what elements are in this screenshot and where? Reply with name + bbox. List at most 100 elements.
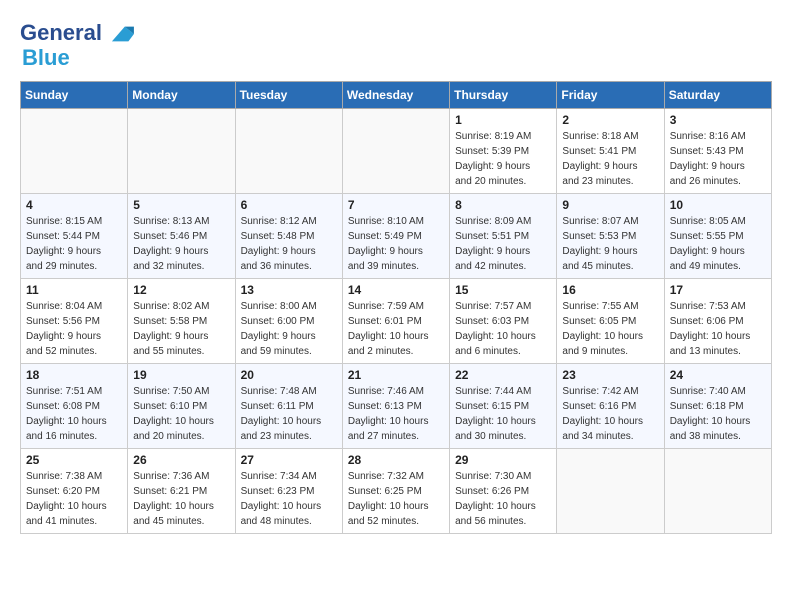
day-number: 9 [562,198,658,212]
calendar-cell: 2 Sunrise: 8:18 AMSunset: 5:41 PMDaylight… [557,108,664,193]
day-number: 19 [133,368,229,382]
day-number: 3 [670,113,766,127]
weekday-header-thursday: Thursday [450,81,557,108]
day-number: 5 [133,198,229,212]
calendar-cell [128,108,235,193]
calendar-cell: 14Sunrise: 7:59 AMSunset: 6:01 PMDayligh… [342,278,449,363]
day-info: Sunrise: 7:44 AMSunset: 6:15 PMDaylight:… [455,384,551,444]
weekday-header-friday: Friday [557,81,664,108]
day-number: 8 [455,198,551,212]
day-info: Sunrise: 8:13 AMSunset: 5:46 PMDaylight:… [133,214,229,274]
logo: General Blue [20,20,136,71]
calendar-cell: 22 Sunrise: 7:44 AMSunset: 6:15 PMDayligh… [450,363,557,448]
calendar-cell: 16Sunrise: 7:55 AMSunset: 6:05 PMDayligh… [557,278,664,363]
day-info: Sunrise: 8:04 AMSunset: 5:56 PMDaylight:… [26,299,122,359]
day-info: Sunrise: 8:02 AMSunset: 5:58 PMDaylight:… [133,299,229,359]
calendar-cell: 26 Sunrise: 7:36 AMSunset: 6:21 PMDayligh… [128,448,235,533]
day-info: Sunrise: 7:53 AMSunset: 6:06 PMDaylight:… [670,299,766,359]
calendar-cell: 15Sunrise: 7:57 AMSunset: 6:03 PMDayligh… [450,278,557,363]
calendar-cell: 23 Sunrise: 7:42 AMSunset: 6:16 PMDayligh… [557,363,664,448]
day-number: 22 [455,368,551,382]
weekday-header-wednesday: Wednesday [342,81,449,108]
day-number: 24 [670,368,766,382]
day-number: 2 [562,113,658,127]
calendar-cell: 13 Sunrise: 8:00 AMSunset: 6:00 PMDayligh… [235,278,342,363]
calendar-cell: 28Sunrise: 7:32 AMSunset: 6:25 PMDayligh… [342,448,449,533]
calendar-cell: 3 Sunrise: 8:16 AMSunset: 5:43 PMDaylight… [664,108,771,193]
calendar-cell: 5 Sunrise: 8:13 AMSunset: 5:46 PMDaylight… [128,193,235,278]
calendar-week-4: 18Sunrise: 7:51 AMSunset: 6:08 PMDayligh… [21,363,772,448]
calendar-cell: 8 Sunrise: 8:09 AMSunset: 5:51 PMDaylight… [450,193,557,278]
day-number: 11 [26,283,122,297]
page-header: General Blue [20,20,772,71]
day-info: Sunrise: 7:34 AMSunset: 6:23 PMDaylight:… [241,469,337,529]
calendar-cell: 6Sunrise: 8:12 AMSunset: 5:48 PMDaylight… [235,193,342,278]
weekday-header-monday: Monday [128,81,235,108]
calendar-cell: 9 Sunrise: 8:07 AMSunset: 5:53 PMDaylight… [557,193,664,278]
day-number: 23 [562,368,658,382]
day-info: Sunrise: 8:16 AMSunset: 5:43 PMDaylight:… [670,129,766,189]
calendar-week-1: 1Sunrise: 8:19 AMSunset: 5:39 PMDaylight… [21,108,772,193]
day-number: 7 [348,198,444,212]
day-number: 21 [348,368,444,382]
page-container: General Blue SundayMondayTuesd [0,0,792,544]
day-number: 27 [241,453,337,467]
day-number: 25 [26,453,122,467]
day-info: Sunrise: 7:30 AMSunset: 6:26 PMDaylight:… [455,469,551,529]
logo-text: General Blue [20,20,136,71]
calendar-cell: 4 Sunrise: 8:15 AMSunset: 5:44 PMDaylight… [21,193,128,278]
day-number: 13 [241,283,337,297]
calendar-cell: 29 Sunrise: 7:30 AMSunset: 6:26 PMDayligh… [450,448,557,533]
day-number: 26 [133,453,229,467]
day-info: Sunrise: 7:57 AMSunset: 6:03 PMDaylight:… [455,299,551,359]
calendar-cell: 1Sunrise: 8:19 AMSunset: 5:39 PMDaylight… [450,108,557,193]
day-info: Sunrise: 7:55 AMSunset: 6:05 PMDaylight:… [562,299,658,359]
day-info: Sunrise: 8:18 AMSunset: 5:41 PMDaylight:… [562,129,658,189]
weekday-header-saturday: Saturday [664,81,771,108]
calendar-cell: 7 Sunrise: 8:10 AMSunset: 5:49 PMDaylight… [342,193,449,278]
day-info: Sunrise: 8:10 AMSunset: 5:49 PMDaylight:… [348,214,444,274]
day-info: Sunrise: 8:09 AMSunset: 5:51 PMDaylight:… [455,214,551,274]
calendar-cell: 27 Sunrise: 7:34 AMSunset: 6:23 PMDayligh… [235,448,342,533]
day-info: Sunrise: 7:50 AMSunset: 6:10 PMDaylight:… [133,384,229,444]
calendar-header-row: SundayMondayTuesdayWednesdayThursdayFrid… [21,81,772,108]
day-info: Sunrise: 7:36 AMSunset: 6:21 PMDaylight:… [133,469,229,529]
day-info: Sunrise: 8:00 AMSunset: 6:00 PMDaylight:… [241,299,337,359]
calendar-cell: 10Sunrise: 8:05 AMSunset: 5:55 PMDayligh… [664,193,771,278]
day-number: 12 [133,283,229,297]
weekday-header-tuesday: Tuesday [235,81,342,108]
day-info: Sunrise: 8:05 AMSunset: 5:55 PMDaylight:… [670,214,766,274]
calendar-week-5: 25 Sunrise: 7:38 AMSunset: 6:20 PMDayligh… [21,448,772,533]
calendar-cell: 12 Sunrise: 8:02 AMSunset: 5:58 PMDayligh… [128,278,235,363]
day-info: Sunrise: 7:38 AMSunset: 6:20 PMDaylight:… [26,469,122,529]
day-number: 4 [26,198,122,212]
day-info: Sunrise: 8:15 AMSunset: 5:44 PMDaylight:… [26,214,122,274]
day-info: Sunrise: 7:51 AMSunset: 6:08 PMDaylight:… [26,384,122,444]
day-number: 29 [455,453,551,467]
calendar-cell: 11 Sunrise: 8:04 AMSunset: 5:56 PMDayligh… [21,278,128,363]
calendar-cell [342,108,449,193]
calendar-week-3: 11 Sunrise: 8:04 AMSunset: 5:56 PMDayligh… [21,278,772,363]
day-info: Sunrise: 8:07 AMSunset: 5:53 PMDaylight:… [562,214,658,274]
day-info: Sunrise: 7:59 AMSunset: 6:01 PMDaylight:… [348,299,444,359]
day-info: Sunrise: 7:40 AMSunset: 6:18 PMDaylight:… [670,384,766,444]
day-info: Sunrise: 8:19 AMSunset: 5:39 PMDaylight:… [455,129,551,189]
day-number: 17 [670,283,766,297]
weekday-header-sunday: Sunday [21,81,128,108]
calendar-cell: 20Sunrise: 7:48 AMSunset: 6:11 PMDayligh… [235,363,342,448]
calendar-cell: 18Sunrise: 7:51 AMSunset: 6:08 PMDayligh… [21,363,128,448]
day-number: 28 [348,453,444,467]
calendar-cell: 21 Sunrise: 7:46 AMSunset: 6:13 PMDayligh… [342,363,449,448]
calendar-cell: 19 Sunrise: 7:50 AMSunset: 6:10 PMDayligh… [128,363,235,448]
day-number: 20 [241,368,337,382]
calendar-cell [664,448,771,533]
calendar-table: SundayMondayTuesdayWednesdayThursdayFrid… [20,81,772,534]
calendar-cell: 17 Sunrise: 7:53 AMSunset: 6:06 PMDayligh… [664,278,771,363]
calendar-week-2: 4 Sunrise: 8:15 AMSunset: 5:44 PMDaylight… [21,193,772,278]
day-info: Sunrise: 7:42 AMSunset: 6:16 PMDaylight:… [562,384,658,444]
calendar-cell [235,108,342,193]
calendar-cell [21,108,128,193]
calendar-cell [557,448,664,533]
day-info: Sunrise: 7:46 AMSunset: 6:13 PMDaylight:… [348,384,444,444]
calendar-cell: 25 Sunrise: 7:38 AMSunset: 6:20 PMDayligh… [21,448,128,533]
